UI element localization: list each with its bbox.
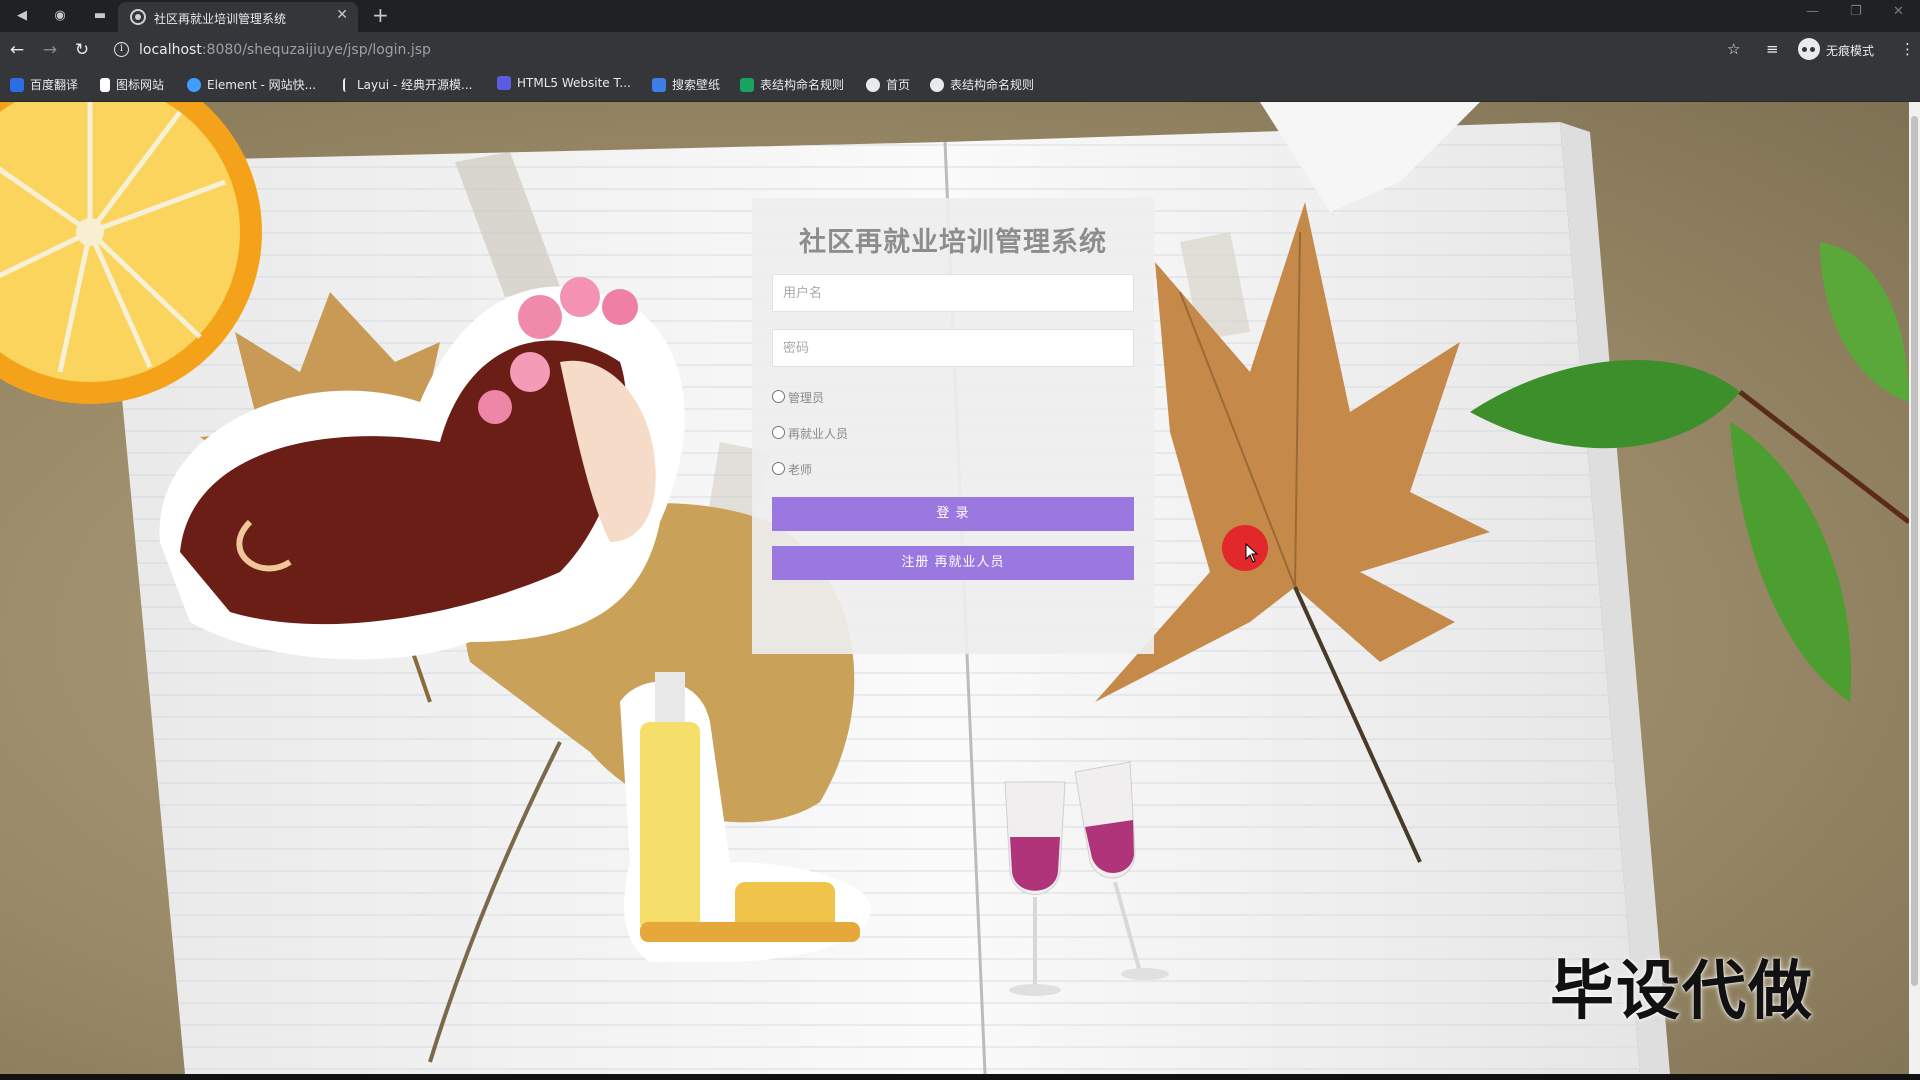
wallpaper-icon [652, 78, 666, 92]
bookmark-item[interactable]: 表结构命名规则 [930, 76, 1034, 94]
bookmarks-bar: 百度翻译 图标网站 Element - 网站快... Layui - 经典开源模… [0, 68, 1920, 102]
restore-icon[interactable]: ❐ [1850, 4, 1862, 19]
star-bookmark-icon[interactable]: ☆ [1727, 40, 1740, 58]
radio-button[interactable] [772, 390, 785, 403]
bookmark-item[interactable]: 百度翻译 [10, 76, 78, 94]
url-text[interactable]: localhost:8080/shequzaijiuye/jsp/login.j… [139, 42, 431, 58]
bookmark-item[interactable]: 首页 [866, 76, 910, 94]
layui-icon [343, 78, 351, 92]
element-icon [187, 78, 201, 92]
flag-icon [100, 78, 110, 92]
bookmark-item[interactable]: 图标网站 [100, 76, 164, 94]
bookmark-item[interactable]: Layui - 经典开源模... [343, 76, 472, 94]
mouse-cursor-icon [1245, 543, 1259, 563]
menu-kebab-icon[interactable]: ⋮ [1900, 40, 1915, 58]
sheet-icon [740, 78, 754, 92]
close-window-icon[interactable]: ✕ [1893, 4, 1904, 19]
radio-label: 再就业人员 [788, 427, 849, 441]
bookmark-item[interactable]: 搜索壁纸 [652, 76, 720, 94]
chrome-icon[interactable]: ◉ [50, 6, 70, 26]
browser-tab-active[interactable]: 社区再就业培训管理系统 ✕ [118, 2, 358, 32]
globe-icon [930, 78, 944, 92]
media-queue-icon[interactable]: ≡ [1766, 40, 1779, 58]
vertical-scrollbar[interactable] [1909, 102, 1920, 1074]
html5-icon [497, 76, 511, 90]
radio-button[interactable] [772, 462, 785, 475]
translate-icon [10, 78, 24, 92]
scrollbar-thumb[interactable] [1911, 116, 1918, 986]
bookmark-item[interactable]: 表结构命名规则 [740, 76, 844, 94]
incognito-icon [1798, 38, 1820, 60]
bookmark-item[interactable]: HTML5 Website T... [497, 76, 631, 94]
address-bar[interactable]: i localhost:8080/shequzaijiuye/jsp/login… [108, 36, 1768, 64]
speaker-icon[interactable]: ◀ [12, 6, 32, 26]
info-icon[interactable]: i [114, 42, 129, 57]
incognito-label: 无痕模式 [1826, 44, 1875, 58]
login-panel: 社区再就业培训管理系统 管理员 再就业人员 老师 登 录 注册 再就业人员 [752, 198, 1154, 654]
watermark-text: 毕设代做 [1550, 955, 1814, 1029]
window-bottom-edge [0, 1074, 1920, 1080]
new-tab-button[interactable]: + [372, 3, 389, 27]
tab-title: 社区再就业培训管理系统 [154, 12, 287, 26]
back-button[interactable]: ← [6, 39, 28, 61]
password-input[interactable] [772, 329, 1134, 367]
page-title: 社区再就业培训管理系统 [799, 227, 1107, 258]
browser-toolbar: ← → ↻ i localhost:8080/shequzaijiuye/jsp… [0, 32, 1920, 68]
radio-label: 老师 [788, 463, 813, 477]
page-viewport: 社区再就业培训管理系统 管理员 再就业人员 老师 登 录 注册 再就业人员 毕设… [0, 102, 1909, 1074]
globe-icon [130, 9, 146, 25]
reload-button[interactable]: ↻ [71, 39, 93, 61]
globe-icon [866, 78, 880, 92]
register-button[interactable]: 注册 再就业人员 [772, 546, 1134, 580]
minimize-icon[interactable]: — [1806, 4, 1819, 19]
close-tab-icon[interactable]: ✕ [336, 7, 348, 23]
forward-button[interactable]: → [39, 39, 61, 61]
radio-button[interactable] [772, 426, 785, 439]
browser-tab-bar: ◀ ◉ ▬ 社区再就业培训管理系统 ✕ + — ❐ ✕ [0, 0, 1920, 32]
username-input[interactable] [772, 274, 1134, 312]
bookmark-item[interactable]: Element - 网站快... [187, 76, 316, 94]
radio-label: 管理员 [788, 391, 825, 405]
window-icon[interactable]: ▬ [90, 6, 110, 26]
login-button[interactable]: 登 录 [772, 497, 1134, 531]
